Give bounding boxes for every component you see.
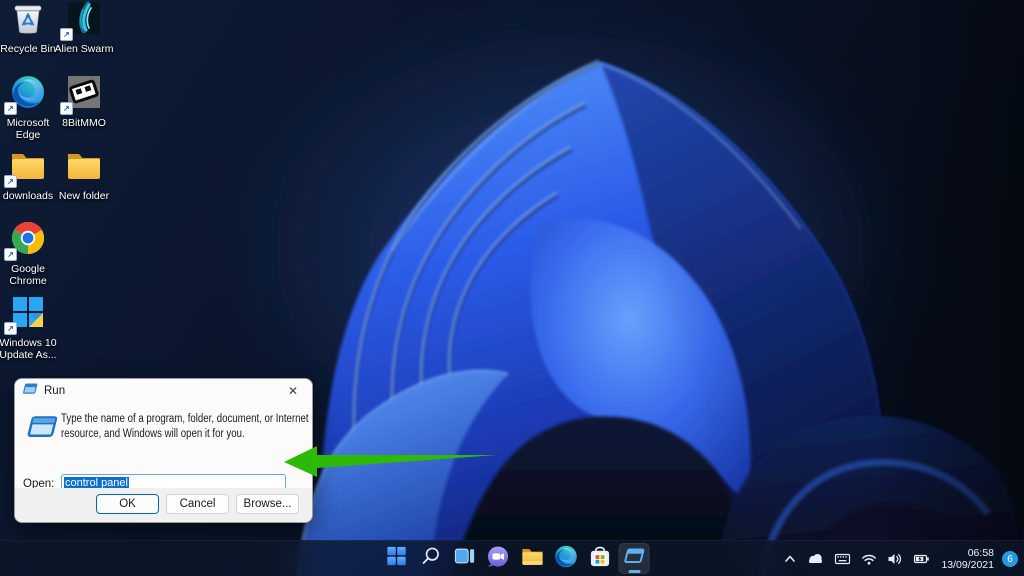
recycle-bin-icon bbox=[11, 1, 45, 40]
touch-keyboard-icon[interactable] bbox=[830, 545, 855, 573]
shortcut-arrow-badge: ↗ bbox=[4, 248, 17, 261]
close-icon[interactable]: ✕ bbox=[282, 382, 304, 400]
desktop-icon-downloads[interactable]: ↗ downloads bbox=[0, 151, 60, 202]
run-window-icon bbox=[623, 547, 645, 570]
file-explorer-icon bbox=[520, 545, 544, 572]
microsoft-store-icon bbox=[589, 545, 612, 573]
chat-icon bbox=[487, 545, 510, 573]
clock-time: 06:58 bbox=[941, 547, 994, 559]
run-app-button[interactable] bbox=[619, 543, 650, 574]
taskbar-app-group bbox=[381, 543, 650, 574]
taskbar: 06:58 13/09/2021 6 bbox=[0, 540, 1024, 576]
desktop-icon-label: Recycle Bin bbox=[0, 43, 60, 55]
shortcut-arrow-badge: ↗ bbox=[4, 102, 17, 115]
edge-button[interactable] bbox=[551, 543, 582, 574]
desktop-icon-label: downloads bbox=[0, 190, 60, 202]
volume-icon[interactable] bbox=[883, 545, 907, 573]
shortcut-arrow-badge: ↗ bbox=[4, 175, 17, 188]
onedrive-cloud-icon[interactable] bbox=[803, 545, 828, 573]
chat-button[interactable] bbox=[483, 543, 514, 574]
desktop-icon-8bitmmo[interactable]: ↗ 8BitMMO bbox=[52, 78, 116, 129]
search-button[interactable] bbox=[415, 543, 446, 574]
desktop-icon-label: Windows 10 Update As... bbox=[0, 337, 60, 361]
search-icon bbox=[419, 545, 441, 572]
battery-charging-icon[interactable] bbox=[909, 545, 934, 573]
desktop-icon-label: Alien Swarm bbox=[52, 43, 116, 55]
file-explorer-button[interactable] bbox=[517, 543, 548, 574]
desktop-icon-microsoft-edge[interactable]: ↗ Microsoft Edge bbox=[0, 78, 60, 141]
taskbar-clock[interactable]: 06:58 13/09/2021 bbox=[941, 547, 994, 571]
run-dialog-description: Type the name of a program, folder, docu… bbox=[61, 412, 313, 441]
folder-icon bbox=[65, 148, 103, 187]
windows-desktop: Recycle Bin ↗ Alien Swarm bbox=[0, 0, 1024, 576]
desktop-icon-google-chrome[interactable]: ↗ Google Chrome bbox=[0, 224, 60, 287]
hidden-icons-chevron[interactable] bbox=[779, 545, 801, 573]
run-dialog-body: Type the name of a program, folder, docu… bbox=[15, 402, 312, 489]
run-window-icon bbox=[23, 383, 38, 398]
run-dialog-window: Run ✕ Type the name of a program, folder… bbox=[14, 378, 313, 523]
shortcut-arrow-badge: ↗ bbox=[60, 102, 73, 115]
wifi-icon[interactable] bbox=[857, 545, 881, 573]
task-view-icon bbox=[453, 545, 475, 572]
dialog-title: Run bbox=[44, 385, 65, 397]
start-button[interactable] bbox=[381, 543, 412, 574]
ok-button[interactable]: OK bbox=[96, 494, 159, 514]
run-window-icon-large bbox=[27, 414, 59, 443]
windows-start-icon bbox=[385, 545, 407, 572]
browse-button[interactable]: Browse... bbox=[236, 494, 299, 514]
shortcut-arrow-badge: ↗ bbox=[60, 28, 73, 41]
run-dialog-footer: OK Cancel Browse... bbox=[15, 488, 312, 522]
desktop-icon-windows10-update-assistant[interactable]: ↗ Windows 10 Update As... bbox=[0, 298, 60, 361]
desktop-icon-recycle-bin[interactable]: Recycle Bin bbox=[0, 4, 60, 55]
microsoft-store-button[interactable] bbox=[585, 543, 616, 574]
edge-icon bbox=[555, 545, 578, 573]
cancel-button[interactable]: Cancel bbox=[166, 494, 229, 514]
desktop-icon-new-folder[interactable]: New folder bbox=[52, 151, 116, 202]
clock-date: 13/09/2021 bbox=[941, 559, 994, 571]
desktop-icon-alien-swarm[interactable]: ↗ Alien Swarm bbox=[52, 4, 116, 55]
desktop-icon-label: Google Chrome bbox=[0, 263, 60, 287]
desktop-icon-label: 8BitMMO bbox=[52, 117, 116, 129]
shortcut-arrow-badge: ↗ bbox=[4, 322, 17, 335]
system-tray: 06:58 13/09/2021 6 bbox=[779, 541, 1024, 576]
run-dialog-titlebar[interactable]: Run ✕ bbox=[15, 379, 312, 402]
desktop-icon-label: New folder bbox=[52, 190, 116, 202]
notification-badge[interactable]: 6 bbox=[1002, 551, 1018, 567]
task-view-button[interactable] bbox=[449, 543, 480, 574]
desktop-icon-label: Microsoft Edge bbox=[0, 117, 60, 141]
